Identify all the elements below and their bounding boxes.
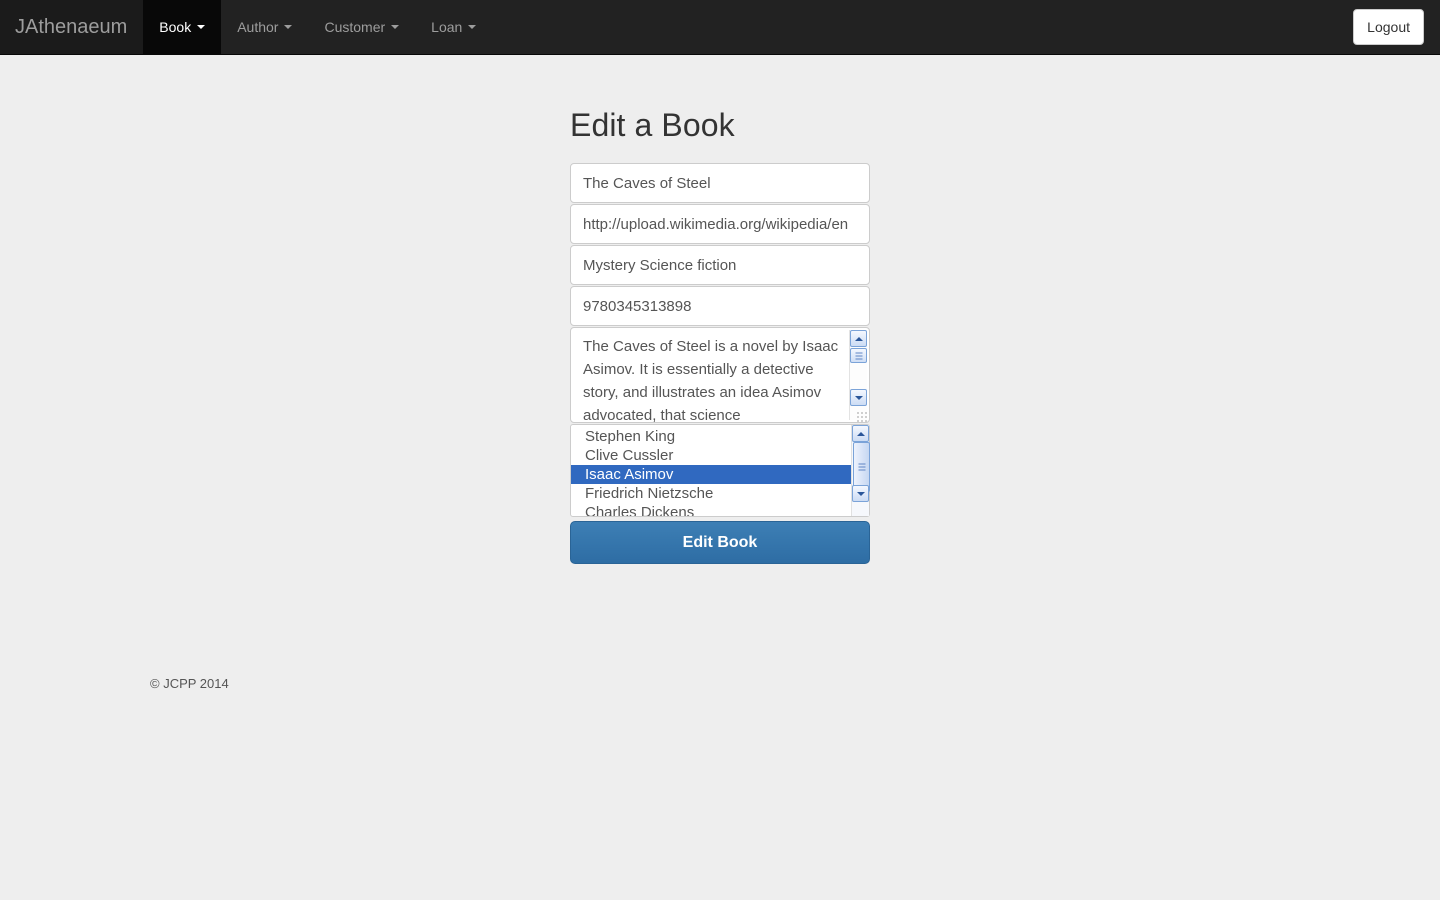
chevron-down-icon	[391, 25, 400, 29]
edit-book-form: Edit a Book The Caves of Steel is a nove…	[570, 105, 870, 564]
scroll-up-icon[interactable]	[852, 425, 869, 442]
list-item[interactable]: Friedrich Nietzsche	[571, 484, 869, 503]
nav-item-customer-label: Customer	[324, 19, 386, 35]
genre-input[interactable]	[570, 245, 870, 285]
page-title: Edit a Book	[570, 107, 735, 143]
scroll-down-wrapper	[852, 485, 869, 502]
scroll-down-icon[interactable]	[850, 389, 867, 406]
logout-button[interactable]: Logout	[1353, 9, 1424, 45]
scroll-down-icon[interactable]	[852, 485, 869, 502]
chevron-down-icon	[197, 25, 206, 29]
chevron-down-icon	[284, 25, 293, 29]
nav-item-loan[interactable]: Loan	[415, 0, 492, 54]
author-list-scrollbar[interactable]	[851, 425, 870, 516]
description-scrollbar[interactable]	[849, 330, 867, 420]
description-field-wrapper: The Caves of Steel is a novel by Isaac A…	[570, 327, 870, 423]
top-navbar: JAthenaeum Book Author Customer Loan Log…	[0, 0, 1440, 55]
list-item[interactable]: Clive Cussler	[571, 446, 869, 465]
nav-item-book[interactable]: Book	[143, 0, 222, 54]
cover-url-input[interactable]	[570, 204, 870, 244]
resize-handle-icon[interactable]	[856, 411, 867, 422]
scroll-up-icon[interactable]	[850, 330, 867, 347]
description-textarea[interactable]: The Caves of Steel is a novel by Isaac A…	[570, 327, 870, 423]
navbar-left-group: JAthenaeum Book Author Customer Loan	[0, 0, 492, 54]
author-multiselect[interactable]: Stephen King Clive Cussler Isaac Asimov …	[570, 424, 870, 517]
chevron-down-icon	[468, 25, 477, 29]
nav-item-author-label: Author	[237, 19, 279, 35]
scroll-down-wrapper	[850, 389, 867, 406]
book-title-input[interactable]	[570, 163, 870, 203]
nav-item-loan-label: Loan	[431, 19, 463, 35]
author-select-wrapper: Stephen King Clive Cussler Isaac Asimov …	[570, 424, 870, 517]
list-item[interactable]: Charles Dickens	[571, 503, 869, 516]
scrollbar-thumb[interactable]	[850, 348, 867, 363]
nav-item-author[interactable]: Author	[221, 0, 308, 54]
edit-book-submit-button[interactable]: Edit Book	[570, 521, 870, 564]
nav-item-customer[interactable]: Customer	[308, 0, 415, 54]
list-item-selected[interactable]: Isaac Asimov	[571, 465, 869, 484]
isbn-input[interactable]	[570, 286, 870, 326]
brand-logo[interactable]: JAthenaeum	[0, 0, 144, 54]
nav-item-book-label: Book	[159, 19, 192, 35]
list-item[interactable]: Stephen King	[571, 427, 869, 446]
navbar-right-group: Logout	[1353, 0, 1440, 54]
footer-copyright: © JCPP 2014	[150, 676, 229, 691]
